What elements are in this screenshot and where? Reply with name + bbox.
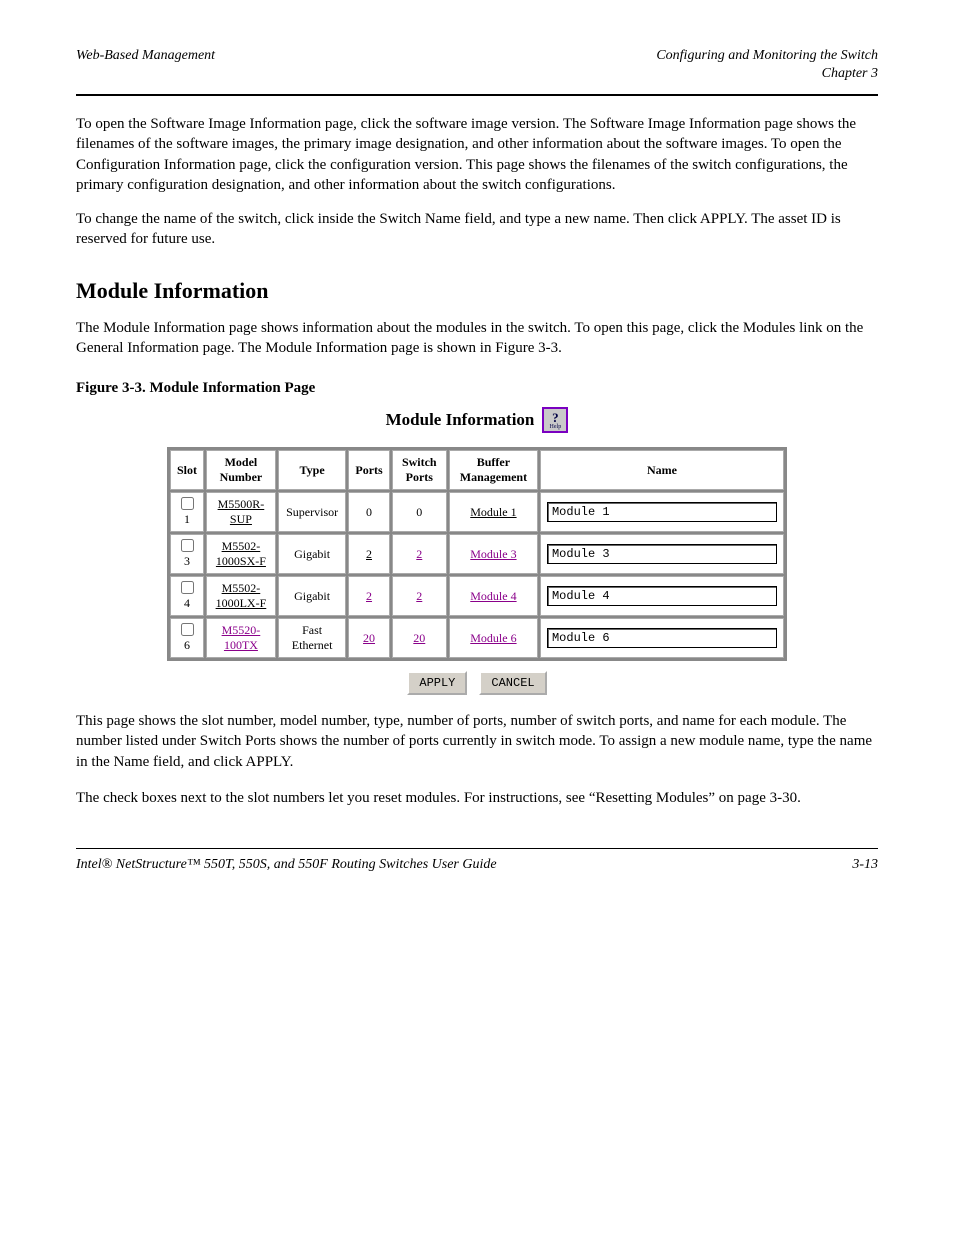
link[interactable]: 2 bbox=[416, 589, 422, 603]
table-row: 4 M5502-1000LX-F Gigabit 2 2 Module 4 bbox=[170, 576, 784, 616]
link[interactable]: 2 bbox=[366, 547, 372, 561]
help-icon: ? bbox=[552, 411, 559, 424]
section-title: Module Information bbox=[76, 278, 878, 304]
after-p1: This page shows the slot number, model n… bbox=[76, 711, 878, 772]
footer-right: 3-13 bbox=[852, 857, 878, 873]
link[interactable]: M5520-100TX bbox=[222, 623, 261, 652]
th-type: Type bbox=[278, 450, 347, 490]
module-table: Slot Model Number Type Ports Switch Port… bbox=[167, 447, 787, 661]
th-ports: Ports bbox=[348, 450, 389, 490]
cell-text: 0 bbox=[416, 505, 422, 519]
module-name-input[interactable] bbox=[547, 544, 777, 564]
th-name: Name bbox=[540, 450, 784, 490]
slot-checkbox[interactable] bbox=[181, 497, 194, 510]
help-label: Help bbox=[550, 424, 562, 430]
link[interactable]: M5500R-SUP bbox=[218, 497, 265, 526]
link[interactable]: 20 bbox=[363, 631, 375, 645]
type-cell: Fast Ethernet bbox=[278, 618, 347, 658]
intro-p1: To open the Software Image Information p… bbox=[76, 114, 878, 195]
link[interactable]: M5502-1000LX-F bbox=[216, 581, 267, 610]
slot-checkbox[interactable] bbox=[181, 623, 194, 636]
type-cell: Supervisor bbox=[278, 492, 347, 532]
cell-text: 0 bbox=[366, 505, 372, 519]
panel-title: Module Information bbox=[386, 410, 535, 430]
type-cell: Gigabit bbox=[278, 534, 347, 574]
intro-block: To open the Software Image Information p… bbox=[76, 114, 878, 250]
table-row: 6 M5520-100TX Fast Ethernet 20 20 Module 6 bbox=[170, 618, 784, 658]
link[interactable]: 20 bbox=[413, 631, 425, 645]
figure-caption: Figure 3-3. Module Information Page bbox=[76, 380, 878, 397]
header-right: Configuring and Monitoring the Switch bbox=[656, 48, 878, 64]
th-switch-ports: Switch Ports bbox=[392, 450, 447, 490]
slot-number: 6 bbox=[184, 638, 190, 652]
link[interactable]: Module 4 bbox=[470, 589, 516, 603]
header-chapter: Chapter 3 bbox=[76, 66, 878, 82]
module-name-input[interactable] bbox=[547, 628, 777, 648]
th-buffer: Buffer Management bbox=[449, 450, 538, 490]
page-footer: Intel® NetStructure™ 550T, 550S, and 550… bbox=[76, 848, 878, 873]
table-row: 1 M5500R-SUP Supervisor 0 0 Module 1 bbox=[170, 492, 784, 532]
module-info-panel: Module Information ? Help Slot Model Num… bbox=[167, 407, 787, 695]
th-model: Model Number bbox=[206, 450, 276, 490]
type-cell: Gigabit bbox=[278, 576, 347, 616]
link[interactable]: Module 1 bbox=[470, 505, 516, 519]
module-name-input[interactable] bbox=[547, 502, 777, 522]
link[interactable]: 2 bbox=[366, 589, 372, 603]
module-name-input[interactable] bbox=[547, 586, 777, 606]
slot-number: 4 bbox=[184, 596, 190, 610]
slot-number: 1 bbox=[184, 512, 190, 526]
th-slot: Slot bbox=[170, 450, 204, 490]
footer-left: Intel® NetStructure™ 550T, 550S, and 550… bbox=[76, 857, 497, 873]
table-header-row: Slot Model Number Type Ports Switch Port… bbox=[170, 450, 784, 490]
after-block: This page shows the slot number, model n… bbox=[76, 711, 878, 808]
link[interactable]: M5502-1000SX-F bbox=[216, 539, 266, 568]
apply-button[interactable]: APPLY bbox=[407, 671, 467, 695]
page-header: Web-Based Management Configuring and Mon… bbox=[76, 48, 878, 96]
link[interactable]: Module 6 bbox=[470, 631, 516, 645]
slot-number: 3 bbox=[184, 554, 190, 568]
cancel-button[interactable]: CANCEL bbox=[479, 671, 546, 695]
section-p: The Module Information page shows inform… bbox=[76, 318, 878, 359]
link[interactable]: 2 bbox=[416, 547, 422, 561]
link[interactable]: Module 3 bbox=[470, 547, 516, 561]
intro-p2: To change the name of the switch, click … bbox=[76, 209, 878, 250]
table-row: 3 M5502-1000SX-F Gigabit 2 2 Module 3 bbox=[170, 534, 784, 574]
slot-checkbox[interactable] bbox=[181, 581, 194, 594]
slot-checkbox[interactable] bbox=[181, 539, 194, 552]
help-button[interactable]: ? Help bbox=[542, 407, 568, 433]
header-left: Web-Based Management bbox=[76, 48, 215, 64]
after-p2: The check boxes next to the slot numbers… bbox=[76, 788, 878, 808]
